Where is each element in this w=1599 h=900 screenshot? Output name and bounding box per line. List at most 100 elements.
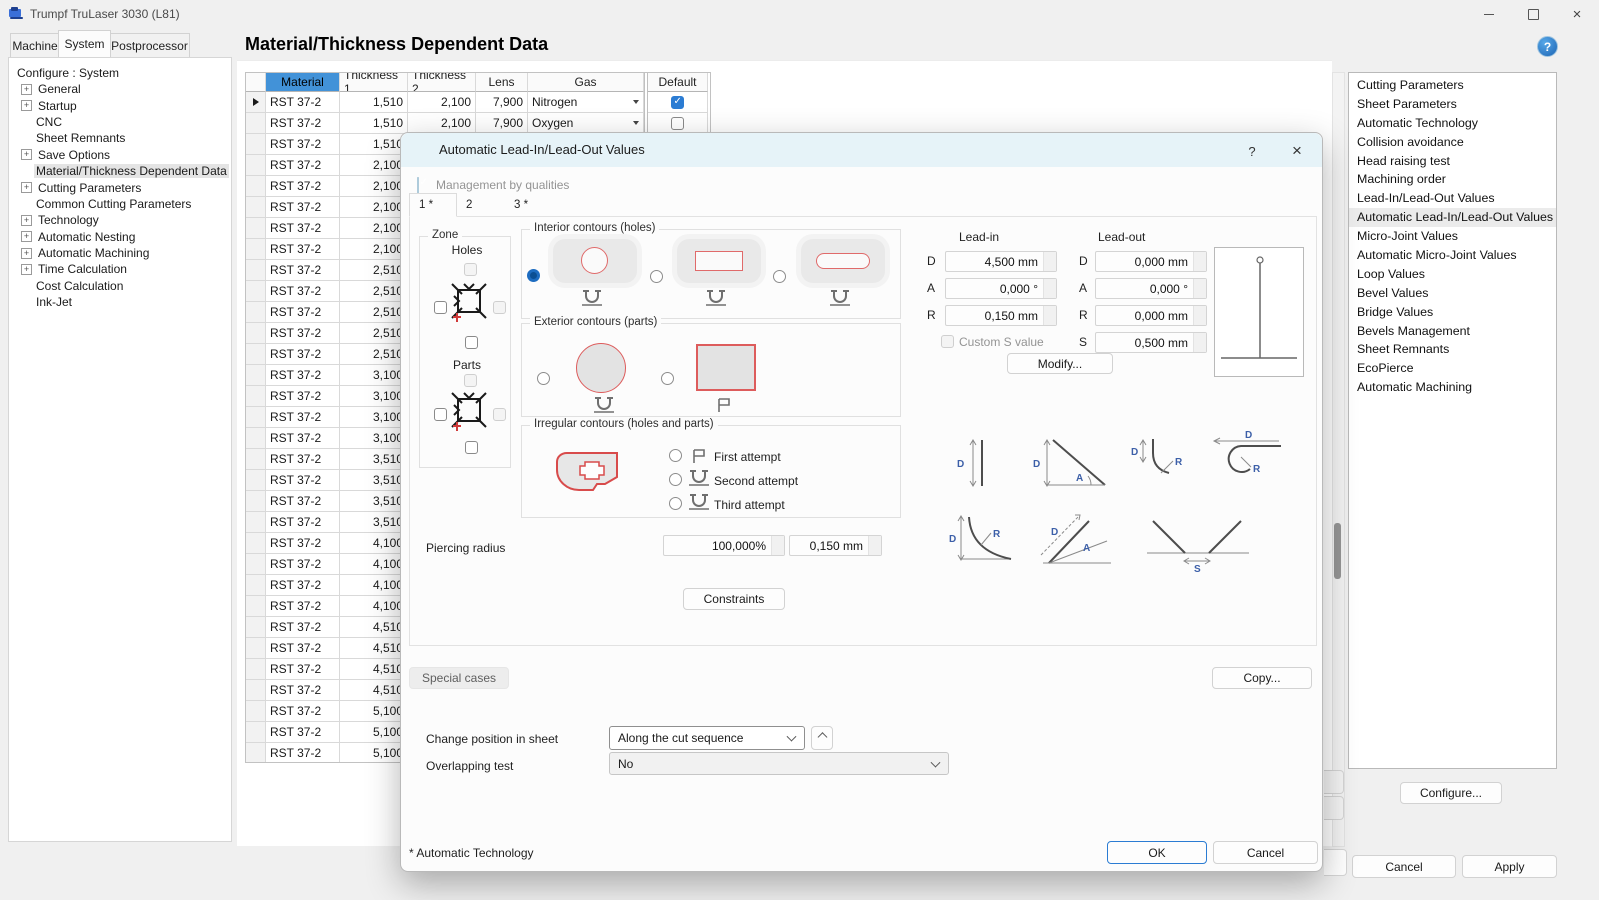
column-header[interactable]: Lens: [476, 73, 528, 92]
lead-in-a-field[interactable]: 0,000 °: [945, 278, 1057, 299]
thickness1-cell[interactable]: 3,510: [340, 512, 408, 533]
param-list-item-head-raising-test[interactable]: Head raising test: [1349, 152, 1556, 171]
piercing-radius-field[interactable]: 0,150 mm: [789, 535, 882, 556]
thickness1-cell[interactable]: 1,510: [340, 134, 408, 155]
zone-holes-top-checkbox[interactable]: [464, 263, 477, 276]
interior-rectangle-radio[interactable]: [650, 270, 663, 283]
thickness1-cell[interactable]: 4,510: [340, 659, 408, 680]
thickness1-cell[interactable]: 3,100: [340, 386, 408, 407]
custom-s-checkbox[interactable]: [941, 335, 954, 348]
material-cell[interactable]: RST 37-2: [266, 323, 340, 344]
overlapping-test-select[interactable]: No: [609, 752, 949, 775]
material-cell[interactable]: RST 37-2: [266, 680, 340, 701]
thickness1-cell[interactable]: 2,510: [340, 260, 408, 281]
material-cell[interactable]: RST 37-2: [266, 218, 340, 239]
first-attempt-radio[interactable]: [669, 449, 682, 462]
dialog-cancel-button[interactable]: Cancel: [1213, 841, 1318, 864]
lead-in-d-field[interactable]: 4,500 mm: [945, 251, 1057, 272]
interior-rectangle-card[interactable]: [677, 239, 761, 283]
material-cell[interactable]: RST 37-2: [266, 554, 340, 575]
tree-item-ink-jet[interactable]: Ink-Jet: [17, 294, 222, 310]
restore-button[interactable]: [1511, 0, 1555, 28]
gas-cell[interactable]: Oxygen: [528, 113, 644, 134]
column-header[interactable]: Thickness 2: [408, 73, 476, 92]
param-list-item-lead-in-lead-out-values[interactable]: Lead-In/Lead-Out Values: [1349, 189, 1556, 208]
material-cell[interactable]: RST 37-2: [266, 722, 340, 743]
material-cell[interactable]: RST 37-2: [266, 428, 340, 449]
expand-icon[interactable]: +: [21, 149, 32, 160]
tree-item-general[interactable]: +General: [17, 81, 222, 97]
tree-item-time-calculation[interactable]: +Time Calculation: [17, 261, 222, 277]
param-list-item-cutting-parameters[interactable]: Cutting Parameters: [1349, 76, 1556, 95]
thickness1-cell[interactable]: 4,100: [340, 554, 408, 575]
thickness1-cell[interactable]: 4,100: [340, 575, 408, 596]
zone-holes-right-checkbox[interactable]: [493, 301, 506, 314]
material-cell[interactable]: RST 37-2: [266, 113, 340, 134]
material-cell[interactable]: RST 37-2: [266, 533, 340, 554]
partial-button[interactable]: [1324, 770, 1344, 794]
expand-icon[interactable]: +: [21, 100, 32, 111]
material-cell[interactable]: RST 37-2: [266, 491, 340, 512]
lens-cell[interactable]: 7,900: [476, 113, 528, 134]
thickness1-cell[interactable]: 4,510: [340, 680, 408, 701]
gas-cell[interactable]: Nitrogen: [528, 92, 644, 113]
zone-holes-left-checkbox[interactable]: [434, 301, 447, 314]
default-cell[interactable]: [648, 113, 708, 134]
thickness1-cell[interactable]: 3,510: [340, 449, 408, 470]
thickness1-cell[interactable]: 2,100: [340, 218, 408, 239]
param-list-item-automatic-lead-in-lead-out-values[interactable]: Automatic Lead-In/Lead-Out Values: [1349, 208, 1556, 227]
param-list-item-machining-order[interactable]: Machining order: [1349, 170, 1556, 189]
thickness1-cell[interactable]: 3,510: [340, 491, 408, 512]
dialog-ok-button[interactable]: OK: [1107, 841, 1207, 864]
thickness2-cell[interactable]: 2,100: [408, 113, 476, 134]
scrollbar-thumb[interactable]: [1334, 523, 1341, 579]
tree-item-automatic-machining[interactable]: +Automatic Machining: [17, 245, 222, 261]
expand-icon[interactable]: +: [21, 182, 32, 193]
close-button[interactable]: ×: [1555, 0, 1599, 28]
material-cell[interactable]: RST 37-2: [266, 659, 340, 680]
material-cell[interactable]: RST 37-2: [266, 197, 340, 218]
material-cell[interactable]: RST 37-2: [266, 743, 340, 763]
tree-item-startup[interactable]: +Startup: [17, 97, 222, 113]
default-checkbox[interactable]: [671, 96, 684, 109]
material-cell[interactable]: RST 37-2: [266, 512, 340, 533]
thickness1-cell[interactable]: 3,100: [340, 428, 408, 449]
material-cell[interactable]: RST 37-2: [266, 365, 340, 386]
thickness1-cell[interactable]: 2,100: [340, 155, 408, 176]
dialog-help-icon[interactable]: ?: [1242, 141, 1262, 161]
thickness1-cell[interactable]: 5,100: [340, 722, 408, 743]
expand-icon[interactable]: +: [21, 84, 32, 95]
thickness1-cell[interactable]: 1,510: [340, 113, 408, 134]
zone-parts-left-checkbox[interactable]: [434, 408, 447, 421]
material-cell[interactable]: RST 37-2: [266, 92, 340, 113]
lead-in-r-field[interactable]: 0,150 mm: [945, 305, 1057, 326]
column-header[interactable]: Default: [648, 73, 708, 92]
material-cell[interactable]: RST 37-2: [266, 260, 340, 281]
thickness2-cell[interactable]: 2,100: [408, 92, 476, 113]
quality-tab-3[interactable]: 3 *: [505, 193, 553, 217]
thickness1-cell[interactable]: 3,100: [340, 407, 408, 428]
param-list-item-micro-joint-values[interactable]: Micro-Joint Values: [1349, 227, 1556, 246]
second-attempt-radio[interactable]: [669, 473, 682, 486]
material-cell[interactable]: RST 37-2: [266, 134, 340, 155]
tree-item-material-thickness-dependent-data[interactable]: Material/Thickness Dependent Data: [17, 163, 222, 179]
param-list-item-loop-values[interactable]: Loop Values: [1349, 265, 1556, 284]
dialog-close-icon[interactable]: ×: [1285, 139, 1309, 163]
interior-circle-card[interactable]: [553, 239, 637, 283]
thickness1-cell[interactable]: 2,100: [340, 176, 408, 197]
interior-circle-radio[interactable]: [527, 269, 540, 282]
material-cell[interactable]: RST 37-2: [266, 386, 340, 407]
param-list-item-automatic-technology[interactable]: Automatic Technology: [1349, 114, 1556, 133]
thickness1-cell[interactable]: 4,100: [340, 596, 408, 617]
partial-button[interactable]: [1324, 849, 1347, 876]
material-cell[interactable]: RST 37-2: [266, 638, 340, 659]
param-list-item-bevel-values[interactable]: Bevel Values: [1349, 284, 1556, 303]
tree-item-save-options[interactable]: +Save Options: [17, 147, 222, 163]
main-apply-button[interactable]: Apply: [1462, 855, 1557, 878]
material-cell[interactable]: RST 37-2: [266, 701, 340, 722]
third-attempt-radio[interactable]: [669, 497, 682, 510]
help-icon[interactable]: ?: [1537, 36, 1558, 57]
expand-icon[interactable]: +: [21, 215, 32, 226]
zone-parts-top-checkbox[interactable]: [464, 374, 477, 387]
default-cell[interactable]: [648, 92, 708, 113]
